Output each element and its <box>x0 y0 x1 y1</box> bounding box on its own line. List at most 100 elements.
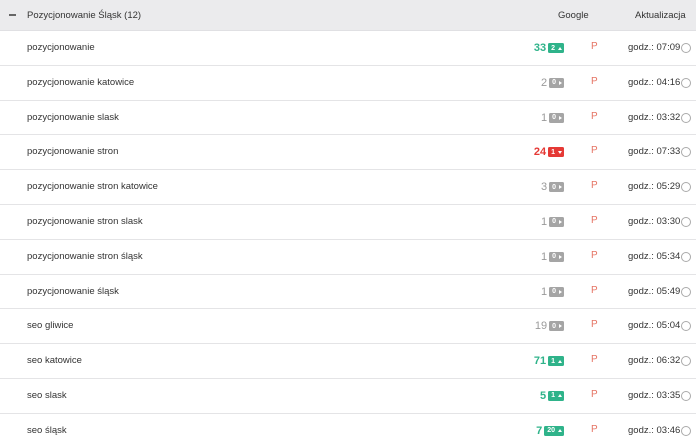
position-value: 33 <box>533 42 547 54</box>
clock-icon[interactable] <box>681 147 691 158</box>
clock-icon[interactable] <box>681 356 691 367</box>
update-time: godz.: 03:30 <box>628 215 681 227</box>
update-time: godz.: 04:16 <box>628 76 681 88</box>
p-link[interactable]: P <box>591 76 598 87</box>
column-header-google[interactable]: Google <box>558 10 589 21</box>
arrow-right-icon <box>559 324 562 329</box>
change-value: 1 <box>551 392 555 400</box>
table-row: seo śląsk 7 20 P godz.: 03:46 <box>0 413 696 448</box>
position-value: 24 <box>533 146 547 159</box>
clock-icon[interactable] <box>681 286 691 297</box>
position-value: 71 <box>533 355 547 368</box>
change-value: 0 <box>552 114 556 122</box>
clock-icon[interactable] <box>681 77 691 88</box>
keyword-cell[interactable]: seo katowice <box>27 344 82 378</box>
table-row: pozycjonowanie stron katowice 3 0 P godz… <box>0 170 696 205</box>
update-time: godz.: 05:29 <box>628 181 681 193</box>
p-link[interactable]: P <box>591 424 598 435</box>
column-header-aktualizacja[interactable]: Aktualizacja <box>635 10 686 21</box>
keyword-cell[interactable]: pozycjonowanie <box>27 31 95 65</box>
update-time: godz.: 05:34 <box>628 250 681 262</box>
clock-icon[interactable] <box>681 182 691 193</box>
arrow-right-icon <box>559 185 562 190</box>
google-position: 1 0 <box>541 216 564 228</box>
clock-icon[interactable] <box>681 251 691 262</box>
change-value: 1 <box>551 148 555 156</box>
keyword-cell[interactable]: pozycjonowanie katowice <box>27 66 134 100</box>
keyword-cell[interactable]: pozycjonowanie śląsk <box>27 275 119 309</box>
group-header: Pozycjonowanie Śląsk (12) Google Aktuali… <box>0 0 696 31</box>
arrow-down-icon <box>558 150 562 154</box>
table-body: pozycjonowanie 33 2 P godz.: 07:09 pozyc… <box>0 31 696 448</box>
p-link[interactable]: P <box>591 215 598 226</box>
position-value: 5 <box>539 389 547 402</box>
change-badge: 0 <box>549 321 564 332</box>
arrow-up-icon <box>558 394 562 398</box>
google-position: 5 1 <box>540 390 564 402</box>
google-position: 2 0 <box>541 77 564 89</box>
update-time: godz.: 05:49 <box>628 285 681 297</box>
p-link[interactable]: P <box>591 41 598 52</box>
table-row: pozycjonowanie katowice 2 0 P godz.: 04:… <box>0 65 696 101</box>
keyword-cell[interactable]: pozycjonowanie stron śląsk <box>27 240 143 274</box>
change-badge: 1 <box>548 147 564 158</box>
p-link[interactable]: P <box>591 180 598 191</box>
google-position: 1 0 <box>541 251 564 263</box>
clock-icon[interactable] <box>681 216 691 227</box>
clock-icon[interactable] <box>681 425 691 436</box>
table-row: pozycjonowanie 33 2 P godz.: 07:09 <box>0 31 696 66</box>
table-row: seo gliwice 19 0 P godz.: 05:04 <box>0 309 696 345</box>
table-row: pozycjonowanie slask 1 0 P godz.: 03:32 <box>0 100 696 136</box>
p-link[interactable]: P <box>591 354 598 365</box>
change-badge: 1 <box>548 390 564 401</box>
clock-icon[interactable] <box>681 321 691 332</box>
position-value: 7 <box>536 424 543 437</box>
table-row: pozycjonowanie stron slask 1 0 P godz.: … <box>0 204 696 240</box>
group-title[interactable]: Pozycjonowanie Śląsk (12) <box>27 10 141 21</box>
update-time: godz.: 07:09 <box>628 42 681 53</box>
google-position: 33 2 <box>534 42 564 54</box>
keyword-cell[interactable]: pozycjonowanie stron slask <box>27 205 143 239</box>
arrow-right-icon <box>559 219 562 224</box>
p-link[interactable]: P <box>591 285 598 296</box>
p-link[interactable]: P <box>591 111 598 122</box>
google-position: 1 0 <box>541 286 564 298</box>
update-time: godz.: 03:32 <box>628 111 681 123</box>
google-position: 24 1 <box>534 146 564 158</box>
position-value: 1 <box>540 285 548 298</box>
minus-icon[interactable] <box>9 14 16 16</box>
change-value: 0 <box>552 253 556 261</box>
change-badge: 0 <box>549 112 564 123</box>
clock-icon[interactable] <box>681 390 691 401</box>
update-time: godz.: 03:35 <box>628 389 681 401</box>
change-badge: 0 <box>549 251 564 262</box>
change-badge: 1 <box>548 356 564 367</box>
change-value: 0 <box>552 79 556 87</box>
clock-icon[interactable] <box>681 112 691 123</box>
update-time: godz.: 07:33 <box>628 146 681 158</box>
google-position: 1 0 <box>541 112 564 124</box>
change-badge: 0 <box>549 182 564 193</box>
keyword-cell[interactable]: seo slask <box>27 379 67 413</box>
keyword-cell[interactable]: pozycjonowanie stron <box>27 135 118 169</box>
keyword-cell[interactable]: seo gliwice <box>27 309 73 343</box>
p-link[interactable]: P <box>591 250 598 261</box>
change-value: 2 <box>551 44 555 52</box>
keyword-cell[interactable]: pozycjonowanie stron katowice <box>27 170 158 204</box>
change-value: 1 <box>551 357 555 365</box>
p-link[interactable]: P <box>591 389 598 400</box>
p-link[interactable]: P <box>591 319 598 330</box>
p-link[interactable]: P <box>591 145 598 156</box>
change-value: 0 <box>552 183 556 191</box>
keyword-cell[interactable]: seo śląsk <box>27 414 67 448</box>
arrow-right-icon <box>559 115 562 120</box>
position-value: 19 <box>534 320 548 333</box>
update-time: godz.: 03:46 <box>628 424 681 436</box>
arrow-right-icon <box>559 80 562 85</box>
table-row: seo katowice 71 1 P godz.: 06:32 <box>0 344 696 379</box>
position-value: 1 <box>540 111 548 124</box>
clock-icon[interactable] <box>681 43 691 53</box>
keyword-cell[interactable]: pozycjonowanie slask <box>27 101 119 135</box>
position-value: 1 <box>540 250 548 263</box>
google-position: 3 0 <box>541 181 564 193</box>
